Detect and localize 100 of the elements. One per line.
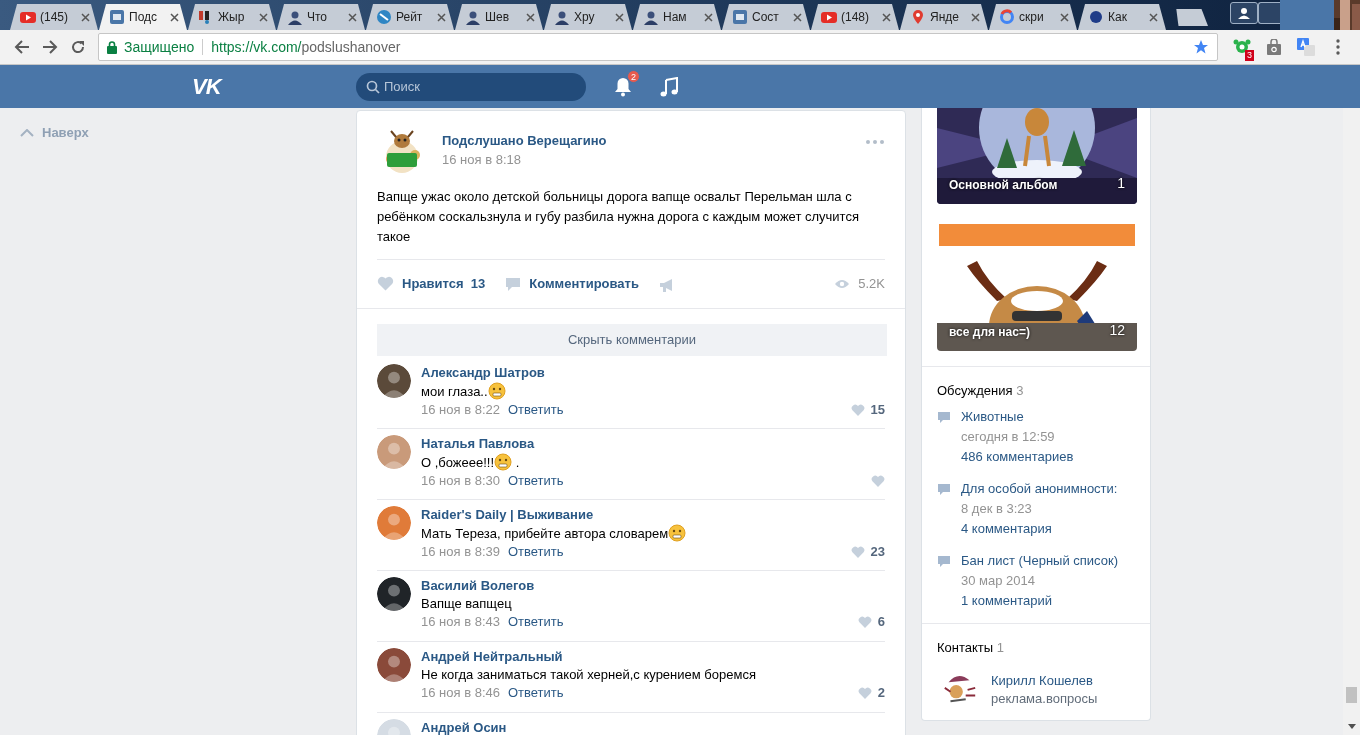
hide-comments-button[interactable]: Скрыть комментарии xyxy=(377,324,887,356)
comment-like-button[interactable]: 6 xyxy=(857,613,885,631)
post-date: 16 ноя в 8:18 xyxy=(442,152,521,167)
comment-date: 16 ноя в 8:22 xyxy=(421,401,500,419)
heart-icon xyxy=(850,545,865,559)
browser-tab[interactable]: Хру xyxy=(544,4,632,30)
album-count: 1 xyxy=(1117,174,1125,193)
translate-icon xyxy=(1297,38,1315,56)
comment-text: мои глаза.. xyxy=(421,384,488,399)
reply-link[interactable]: Ответить xyxy=(507,684,564,702)
browser-tab[interactable]: Как xyxy=(1078,4,1166,30)
browser-tab[interactable]: Жыр xyxy=(188,4,276,30)
reply-link[interactable]: Ответить xyxy=(507,401,564,419)
heart-icon xyxy=(857,686,872,700)
comment-like-button[interactable]: 2 xyxy=(857,684,885,702)
browser-tab[interactable]: скри xyxy=(989,4,1077,30)
circle-icon xyxy=(376,9,392,25)
album-card[interactable]: все для нас=) 12 xyxy=(937,221,1137,351)
browser-tab[interactable]: (145) xyxy=(10,4,98,30)
browser-tab[interactable]: Сост xyxy=(722,4,810,30)
close-icon[interactable] xyxy=(1060,12,1069,22)
comment-date: 16 ноя в 8:30 xyxy=(421,472,500,490)
search-icon xyxy=(366,79,380,94)
close-icon[interactable] xyxy=(348,12,357,22)
browser-tab[interactable]: Янде xyxy=(900,4,988,30)
avatar xyxy=(377,435,411,469)
scrollbar[interactable] xyxy=(1343,108,1360,735)
bell-icon[interactable] xyxy=(614,76,632,97)
topic-comments-link[interactable]: 1 комментарий xyxy=(961,592,1052,608)
person-icon xyxy=(1238,7,1250,19)
comment-author-link[interactable]: Андрей Осин xyxy=(421,720,507,735)
close-icon[interactable] xyxy=(1149,12,1158,22)
address-bar[interactable]: Защищено https://vk.com/podslushanover xyxy=(98,33,1218,61)
section-title: Обсуждения xyxy=(937,383,1013,398)
logo[interactable]: VK xyxy=(192,74,221,99)
like-button[interactable]: Нравится 13 xyxy=(377,274,486,294)
reply-link[interactable]: Ответить xyxy=(507,543,564,561)
comment-text: О ,божеее!!! xyxy=(421,455,495,470)
comment-date: 16 ноя в 8:39 xyxy=(421,543,500,561)
comment-author-link[interactable]: Raider's Daily | Выживание xyxy=(421,507,594,522)
comment-author-link[interactable]: Наталья Павлова xyxy=(421,436,535,451)
comment-like-button[interactable]: 23 xyxy=(850,543,885,561)
heart-icon xyxy=(377,276,394,292)
browser-tab[interactable]: Что xyxy=(277,4,365,30)
close-icon[interactable] xyxy=(882,12,891,22)
contact-link[interactable]: Кирилл Кошелев xyxy=(991,673,1093,688)
extension-button[interactable]: 3 xyxy=(1228,33,1256,61)
comment-date: 16 ноя в 8:43 xyxy=(421,613,500,631)
bag-icon xyxy=(1266,39,1282,55)
browser-tab[interactable]: Подс xyxy=(99,4,187,30)
avatar xyxy=(377,577,411,611)
search-field[interactable]: Поиск xyxy=(356,72,586,101)
comment-text: Мать Тереза, прибейте автора словарем xyxy=(421,526,669,541)
post-text: Вапще ужас около детской больницы дорога вапще освальт Перельман шла с ребёнком соскальзнула и губу разбила нужна дорога с каждым может случится такое xyxy=(377,188,860,246)
music-button[interactable] xyxy=(660,76,678,97)
close-icon[interactable] xyxy=(81,12,90,22)
star-icon[interactable] xyxy=(1193,39,1209,55)
avatar xyxy=(377,506,411,540)
ring-icon xyxy=(999,9,1015,25)
close-icon[interactable] xyxy=(259,12,268,22)
megaphone-icon xyxy=(658,277,675,292)
close-icon[interactable] xyxy=(526,12,535,22)
forward-arrow-icon xyxy=(42,39,58,55)
topic-link[interactable]: Животные xyxy=(961,408,1024,424)
album-title: все для нас=) xyxy=(949,324,1030,341)
security-label: Защищено xyxy=(124,37,195,57)
browser-tab[interactable]: Рейт xyxy=(366,4,454,30)
heart-icon xyxy=(857,615,872,629)
close-icon[interactable] xyxy=(437,12,446,22)
comment-button[interactable]: Комментировать xyxy=(505,274,639,294)
close-icon[interactable] xyxy=(615,12,624,22)
topic-link[interactable]: Бан лист (Черный список) xyxy=(961,552,1118,568)
album-card[interactable]: Основной альбом 1 xyxy=(937,108,1137,204)
dot-icon xyxy=(1088,9,1104,25)
topic-comments-link[interactable]: 486 комментариев xyxy=(961,448,1074,464)
author-link[interactable]: Подслушано Верещагино xyxy=(442,133,607,148)
comment-author-link[interactable]: Андрей Нейтральный xyxy=(421,649,563,664)
browser-tab[interactable]: Нам xyxy=(633,4,721,30)
reply-link[interactable]: Ответить xyxy=(507,472,564,490)
close-icon[interactable] xyxy=(170,12,179,22)
close-icon[interactable] xyxy=(704,12,713,22)
close-icon[interactable] xyxy=(793,12,802,22)
topic-comments-link[interactable]: 4 комментария xyxy=(961,520,1052,536)
comment-author-link[interactable]: Василий Волегов xyxy=(421,578,535,593)
heart-icon xyxy=(871,474,885,488)
profile-button[interactable] xyxy=(1230,2,1258,24)
comment-icon xyxy=(937,410,951,424)
comment-author-link[interactable]: Александр Шатров xyxy=(421,365,545,380)
scroll-down-icon[interactable] xyxy=(1347,724,1356,729)
close-icon[interactable] xyxy=(971,12,980,22)
album-title: Основной альбом xyxy=(949,177,1058,194)
scroll-thumb[interactable] xyxy=(1346,687,1357,703)
minimize-button[interactable] xyxy=(1258,2,1280,24)
browser-tab[interactable]: (148) xyxy=(811,4,899,30)
browser-tab[interactable]: Шев xyxy=(455,4,543,30)
comment-text: . xyxy=(515,455,520,470)
topic-link[interactable]: Для особой анонимности: xyxy=(961,480,1118,496)
comment-like-button[interactable]: 15 xyxy=(850,401,885,419)
play-icon xyxy=(20,9,36,25)
reply-link[interactable]: Ответить xyxy=(507,613,564,631)
